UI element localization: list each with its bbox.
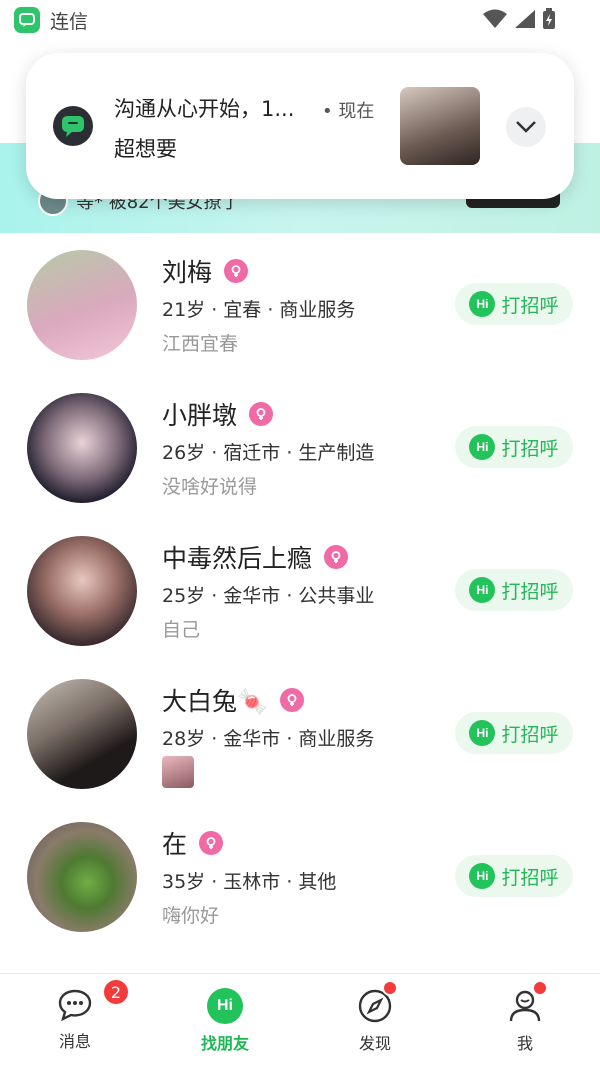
user-info: 21岁 · 宜春 · 商业服务: [162, 299, 356, 321]
notification-thumbnail: [400, 87, 480, 165]
user-list: 刘梅 21岁 · 宜春 · 商业服务 江西宜春 Hi 打招呼 小胖墩 26岁 ·…: [0, 233, 600, 948]
user-signature: 自己: [162, 619, 201, 641]
tab-me[interactable]: 我: [450, 974, 600, 1066]
greet-button[interactable]: Hi 打招呼: [455, 712, 573, 754]
status-bar: 连信: [0, 0, 600, 40]
user-name: 大白兔🍬: [162, 687, 269, 716]
notification-dot: [532, 980, 548, 996]
user-signature: 没啥好说得: [162, 476, 258, 498]
list-item[interactable]: 中毒然后上瘾 25岁 · 金华市 · 公共事业 自己 Hi 打招呼: [0, 519, 600, 662]
greet-button[interactable]: Hi 打招呼: [455, 283, 573, 325]
hi-icon: Hi: [207, 988, 243, 1024]
greet-label: 打招呼: [501, 437, 559, 460]
hi-icon: Hi: [469, 577, 496, 603]
wifi-icon: [483, 9, 507, 28]
tab-discover[interactable]: 发现: [300, 974, 450, 1066]
signal-icon: [515, 10, 535, 28]
list-item[interactable]: 在 35岁 · 玉林市 · 其他 嗨你好 Hi 打招呼: [0, 805, 600, 948]
hi-icon: Hi: [469, 291, 496, 317]
user-name: 刘梅: [162, 258, 213, 287]
greet-label: 打招呼: [501, 723, 559, 746]
hi-icon: Hi: [469, 720, 496, 746]
user-signature: 江西宜春: [162, 333, 239, 355]
user-name: 中毒然后上瘾: [162, 544, 313, 573]
notification-time: • 现在: [322, 101, 375, 122]
notification-body: 超想要: [114, 137, 177, 161]
female-icon: [249, 402, 274, 426]
tab-label: 发现: [358, 1034, 391, 1053]
user-info: 26岁 · 宿迁市 · 生产制造: [162, 442, 375, 464]
app-logo-icon: [14, 7, 40, 33]
list-item[interactable]: 小胖墩 26岁 · 宿迁市 · 生产制造 没啥好说得 Hi 打招呼: [0, 376, 600, 519]
list-item[interactable]: 大白兔🍬 28岁 · 金华市 · 商业服务 Hi 打招呼: [0, 662, 600, 805]
status-app-name: 连信: [50, 10, 89, 33]
female-icon: [224, 259, 249, 283]
greet-label: 打招呼: [501, 294, 559, 317]
female-icon: [280, 688, 305, 712]
user-signature: 嗨你好: [162, 905, 220, 927]
tab-label: 找朋友: [200, 1034, 249, 1053]
unread-badge: 2: [102, 978, 130, 1006]
notification-title: 沟通从心开始，1...: [114, 97, 295, 121]
female-icon: [199, 831, 224, 855]
hi-icon: Hi: [469, 863, 496, 889]
chevron-down-icon: [516, 121, 536, 133]
avatar[interactable]: [27, 822, 137, 932]
avatar[interactable]: [27, 393, 137, 503]
greet-label: 打招呼: [501, 580, 559, 603]
tab-find-friends[interactable]: Hi 找朋友: [150, 974, 300, 1066]
avatar[interactable]: [27, 536, 137, 646]
notification-card[interactable]: 沟通从心开始，1... • 现在 超想要: [26, 53, 574, 199]
battery-icon: [543, 8, 555, 29]
greet-label: 打招呼: [501, 866, 559, 889]
female-icon: [324, 545, 349, 569]
tab-label: 消息: [58, 1032, 91, 1051]
user-name: 在: [162, 830, 188, 859]
user-name: 小胖墩: [162, 401, 238, 430]
user-photo-thumbnail[interactable]: [162, 756, 194, 788]
user-info: 25岁 · 金华市 · 公共事业: [162, 585, 375, 607]
notification-dot: [382, 980, 398, 996]
greet-button[interactable]: Hi 打招呼: [455, 426, 573, 468]
greet-button[interactable]: Hi 打招呼: [455, 855, 573, 897]
avatar[interactable]: [27, 679, 137, 789]
avatar[interactable]: [27, 250, 137, 360]
bottom-tab-bar: 消息 2 Hi 找朋友 发现 我: [0, 973, 600, 1066]
tab-messages[interactable]: 消息 2: [0, 974, 150, 1066]
chat-bubble-icon: [58, 989, 92, 1022]
user-info: 28岁 · 金华市 · 商业服务: [162, 728, 375, 750]
user-info: 35岁 · 玉林市 · 其他: [162, 871, 337, 893]
notification-app-icon: [53, 106, 93, 146]
hi-icon: Hi: [469, 434, 496, 460]
greet-button[interactable]: Hi 打招呼: [455, 569, 573, 611]
expand-button[interactable]: [506, 107, 546, 147]
tab-label: 我: [516, 1034, 533, 1053]
list-item[interactable]: 刘梅 21岁 · 宜春 · 商业服务 江西宜春 Hi 打招呼: [0, 233, 600, 376]
